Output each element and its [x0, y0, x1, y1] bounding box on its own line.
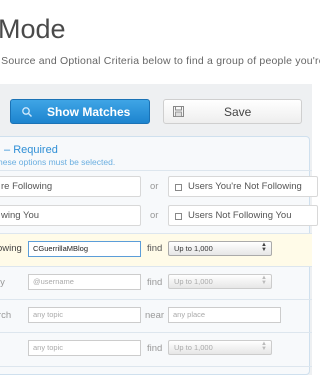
search-icon	[22, 107, 32, 117]
topic-limit-select[interactable]: Up to 1,000 ▲ ▼	[168, 340, 272, 355]
header: Mode a Source and Optional Criteria belo…	[0, 0, 320, 84]
source-option-not-following[interactable]: Users You're Not Following	[168, 176, 318, 197]
show-matches-label: Show Matches	[47, 105, 131, 119]
save-button[interactable]: Save	[163, 99, 302, 124]
following-limit-select[interactable]: Up to 1,000 ▲ ▼	[168, 241, 272, 256]
row-label-search: rch	[0, 310, 12, 321]
required-subtitle: hese options must be selected.	[0, 157, 116, 167]
search-topic-input[interactable]: any topic	[28, 307, 141, 323]
floppy-disk-icon	[173, 106, 184, 117]
reply-limit-select[interactable]: Up to 1,000 ▲ ▼	[168, 274, 272, 289]
page-subtitle: a Source and Optional Criteria below to …	[0, 55, 320, 67]
divider	[0, 299, 312, 300]
find-label: find	[147, 277, 163, 288]
near-label: near	[145, 310, 165, 321]
divider	[0, 332, 312, 333]
show-matches-button[interactable]: Show Matches	[10, 99, 150, 124]
reply-username-input[interactable]: @username	[28, 274, 141, 290]
find-label: find	[147, 243, 163, 254]
or-label: or	[150, 210, 159, 221]
source-option-following[interactable]: re Following	[0, 176, 141, 197]
checkbox[interactable]	[175, 213, 182, 220]
page-title: Mode	[0, 14, 66, 44]
save-label: Save	[224, 105, 252, 119]
required-title: – Required	[4, 144, 58, 156]
up-down-arrows-icon: ▲ ▼	[261, 242, 267, 253]
source-option-not-following-you[interactable]: Users Not Following You	[168, 205, 318, 226]
source-option-following-you[interactable]: wing You	[0, 205, 141, 226]
find-label: find	[147, 343, 163, 354]
search-place-input[interactable]: any place	[168, 307, 281, 323]
topic-input[interactable]: any topic	[28, 340, 141, 356]
up-down-arrows-icon: ▲ ▼	[261, 275, 267, 286]
row-label-following: owing	[0, 243, 22, 254]
checkbox[interactable]	[175, 184, 182, 191]
divider	[0, 170, 312, 171]
row-label-reply: ly	[0, 277, 5, 288]
divider	[0, 366, 312, 367]
up-down-arrows-icon: ▲ ▼	[261, 341, 267, 352]
or-label: or	[150, 181, 159, 192]
divider	[0, 266, 312, 267]
following-username-input[interactable]: CGuerrillaMBlog	[28, 241, 141, 257]
